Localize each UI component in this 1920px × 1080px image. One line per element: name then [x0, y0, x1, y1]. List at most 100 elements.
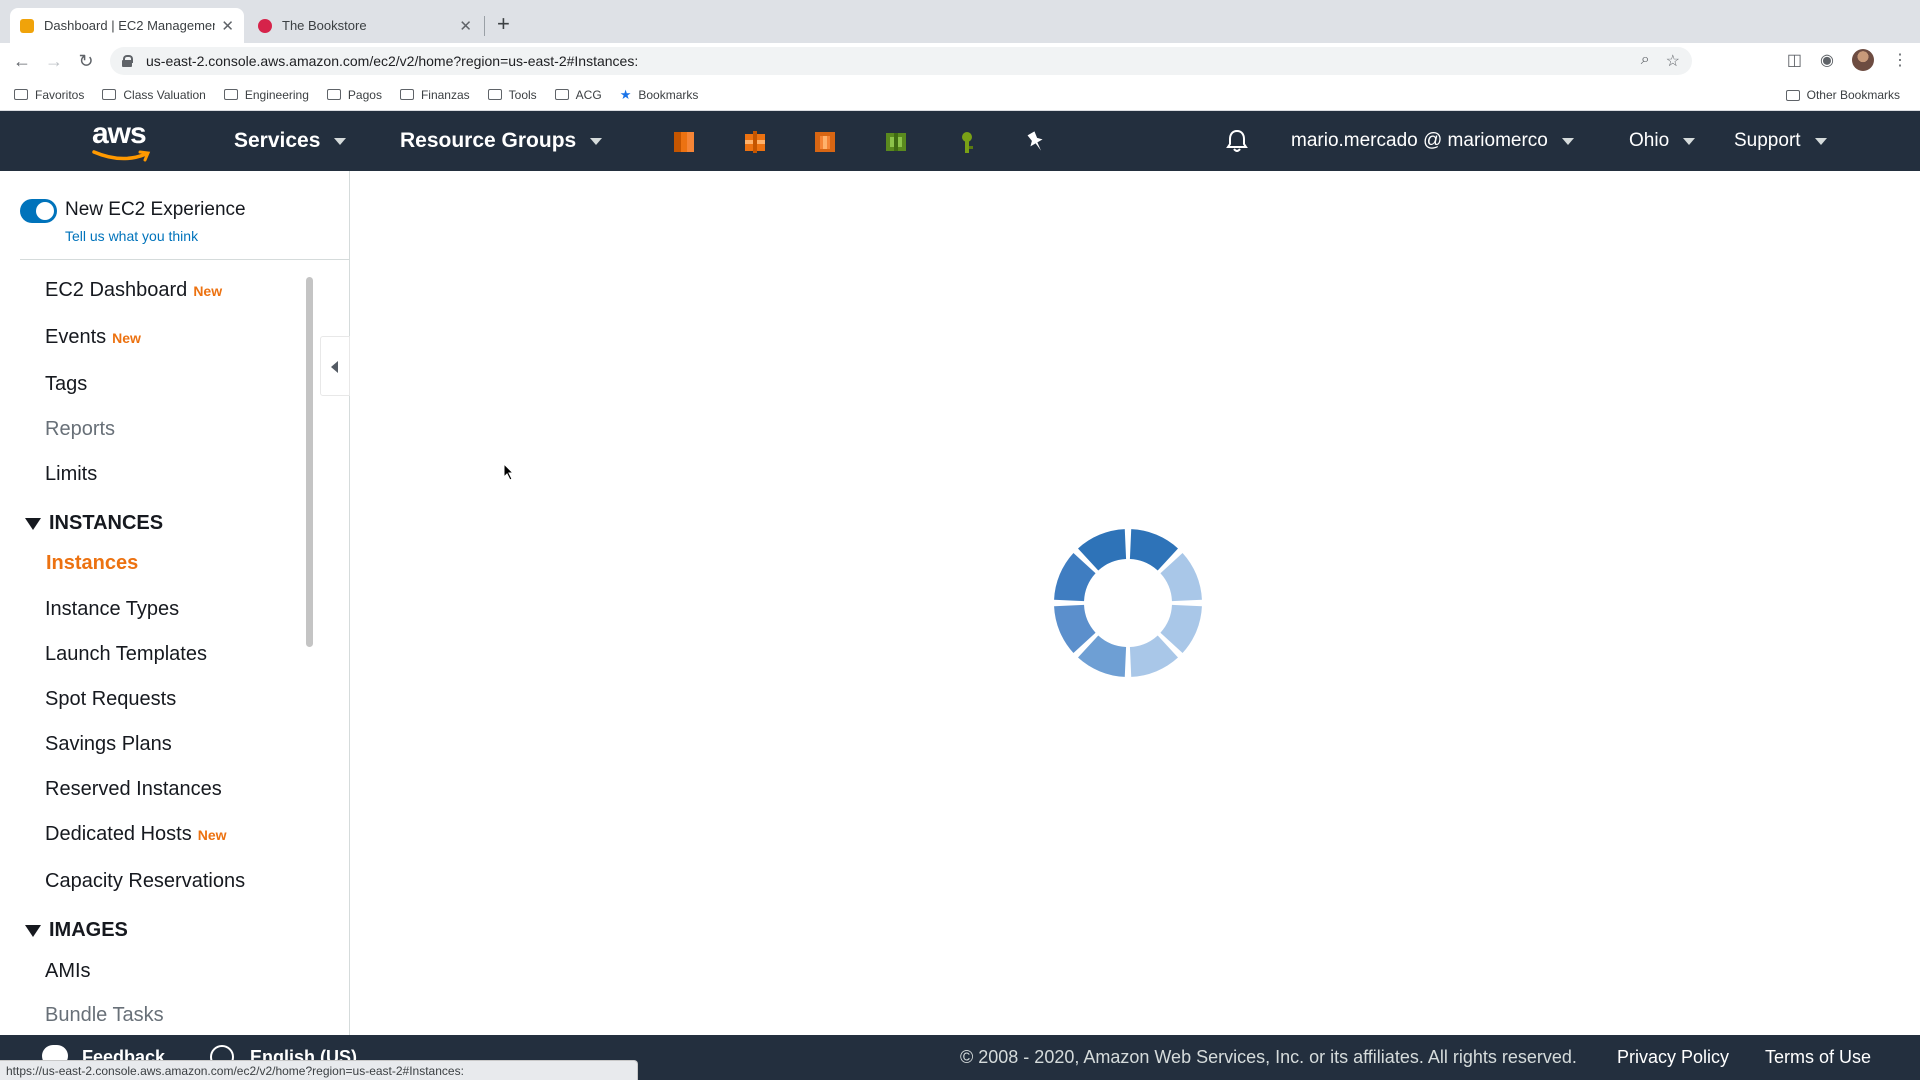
zoom-icon[interactable]: ⌕: [1641, 51, 1650, 71]
sidebar-item-tags[interactable]: Tags: [45, 373, 87, 396]
resource-groups-label: Resource Groups: [400, 129, 577, 152]
account-menu[interactable]: mario.mercado @ mariomerco: [1291, 111, 1574, 171]
sidebar-item-capacity-reservations[interactable]: Capacity Reservations: [45, 870, 245, 893]
sidebar-item-launch-templates[interactable]: Launch Templates: [45, 643, 207, 666]
bookmark-folder[interactable]: Favoritos: [14, 88, 84, 102]
support-menu[interactable]: Support: [1734, 111, 1827, 171]
chevron-down-icon: [1814, 137, 1827, 145]
sidebar-item-savings-plans[interactable]: Savings Plans: [45, 733, 172, 756]
sidebar-item-events[interactable]: Events New: [45, 326, 141, 349]
s3-icon[interactable]: [742, 129, 768, 155]
bookmark-folder[interactable]: ACG: [554, 88, 602, 102]
region-menu[interactable]: Ohio: [1629, 111, 1696, 171]
folder-icon: [223, 89, 238, 100]
resource-groups-menu[interactable]: Resource Groups: [400, 111, 603, 171]
bookmark-label: Class Valuation: [123, 87, 206, 102]
bookstore-favicon-icon: [258, 18, 272, 33]
caret-down-icon: [25, 517, 41, 530]
sidebar-item-spot-requests[interactable]: Spot Requests: [45, 688, 176, 711]
chevron-down-icon: [334, 137, 347, 145]
ec2-sidebar-nav: New EC2 Experience Tell us what you thin…: [0, 171, 350, 1035]
lambda-icon[interactable]: [812, 129, 838, 155]
rds-icon[interactable]: [883, 129, 909, 155]
sidebar-item-dedicated-hosts[interactable]: Dedicated Hosts New: [45, 823, 227, 846]
browser-tab-bookstore[interactable]: The Bookstore ✕: [248, 8, 482, 43]
folder-icon: [1785, 89, 1800, 101]
aws-console-header: aws Services Resource Groups mario.merca…: [0, 111, 1920, 171]
aws-logo-text: aws: [92, 117, 147, 150]
bookmark-folder[interactable]: Finanzas: [399, 88, 470, 102]
bookmark-label: Tools: [508, 87, 537, 102]
bookmark-folder[interactable]: Class Valuation: [102, 88, 206, 102]
address-bar[interactable]: us-east-2.console.aws.amazon.com/ec2/v2/…: [110, 47, 1692, 75]
bookmark-label: Other Bookmarks: [1806, 88, 1900, 102]
url-text: us-east-2.console.aws.amazon.com/ec2/v2/…: [146, 53, 639, 69]
terms-of-use-link[interactable]: Terms of Use: [1765, 1047, 1871, 1068]
folder-icon: [326, 89, 341, 100]
section-instances[interactable]: INSTANCES: [25, 512, 163, 535]
chevron-down-icon: [1683, 137, 1696, 145]
close-tab-icon[interactable]: ✕: [459, 17, 472, 35]
browser-menu-icon[interactable]: ⋮: [1892, 50, 1908, 70]
profile-avatar[interactable]: [1852, 49, 1874, 71]
section-title: IMAGES: [49, 919, 128, 941]
bookmark-label: Favoritos: [35, 87, 85, 102]
aws-smile-icon: [92, 150, 151, 162]
new-badge: New: [112, 330, 141, 346]
mouse-cursor-icon: [503, 463, 515, 481]
bookmark-folder[interactable]: Pagos: [326, 87, 382, 102]
sidebar-item-amis[interactable]: AMIs: [45, 960, 91, 983]
new-badge: New: [193, 283, 223, 299]
lock-icon: [122, 55, 133, 67]
bookmark-folder[interactable]: Tools: [487, 87, 537, 102]
divider: [20, 259, 350, 260]
sidebar-item-reports[interactable]: Reports: [45, 418, 115, 441]
bookmarks-bar: Favoritos Class Valuation Engineering Pa…: [0, 79, 1920, 111]
region-label: Ohio: [1629, 130, 1670, 151]
other-bookmarks[interactable]: Other Bookmarks: [1785, 79, 1900, 111]
privacy-policy-link[interactable]: Privacy Policy: [1617, 1047, 1729, 1068]
sidebar-item-instance-types[interactable]: Instance Types: [45, 598, 179, 621]
reload-icon[interactable]: ↻: [70, 51, 102, 72]
sidebar-item-label: Events: [45, 326, 107, 348]
toggle-knob: [36, 202, 54, 220]
services-label: Services: [234, 129, 321, 152]
bookmark-label: Engineering: [244, 87, 309, 102]
browser-tab-ec2[interactable]: Dashboard | EC2 Management ✕: [10, 8, 244, 43]
sidebar-item-reserved-instances[interactable]: Reserved Instances: [45, 778, 222, 801]
pocket-extension-icon[interactable]: ◫: [1787, 50, 1802, 70]
star-icon: ★: [619, 86, 632, 102]
tab-separator: [484, 16, 485, 36]
back-arrow-icon[interactable]: ←: [6, 51, 38, 72]
ec2-icon[interactable]: [671, 129, 697, 155]
sidebar-scrollbar[interactable]: [306, 277, 313, 647]
new-ec2-experience-toggle[interactable]: [20, 199, 57, 223]
sidebar-item-label: EC2 Dashboard: [45, 279, 188, 301]
folder-icon: [487, 89, 502, 100]
bookmark-star-icon[interactable]: ☆: [1666, 51, 1680, 71]
forward-arrow-icon[interactable]: →: [38, 51, 70, 72]
bookmark-item[interactable]: ★ Bookmarks: [620, 87, 699, 103]
extension-icon[interactable]: ◉: [1820, 50, 1834, 70]
pin-icon[interactable]: [1023, 129, 1049, 155]
support-label: Support: [1734, 130, 1801, 151]
section-images[interactable]: IMAGES: [25, 919, 128, 942]
new-tab-icon[interactable]: +: [497, 11, 510, 37]
sidebar-item-limits[interactable]: Limits: [45, 463, 97, 486]
sidebar-item-bundle-tasks[interactable]: Bundle Tasks: [45, 1004, 164, 1027]
bell-icon[interactable]: [1226, 129, 1248, 153]
sidebar-item-instances[interactable]: Instances: [46, 552, 138, 575]
close-tab-icon[interactable]: ✕: [221, 17, 234, 35]
bookmark-label: Pagos: [347, 87, 382, 102]
aws-logo[interactable]: aws: [92, 119, 154, 163]
feedback-link[interactable]: Tell us what you think: [65, 228, 198, 244]
browser-tab-strip: Dashboard | EC2 Management ✕ The Booksto…: [0, 0, 1920, 43]
tab-title: The Bookstore: [282, 18, 367, 33]
bookmark-folder[interactable]: Engineering: [223, 87, 309, 102]
sidebar-item-ec2-dashboard[interactable]: EC2 Dashboard New: [45, 279, 222, 302]
services-menu[interactable]: Services: [234, 111, 347, 171]
new-badge: New: [197, 827, 227, 843]
iam-key-icon[interactable]: [954, 129, 980, 155]
sidebar-item-label: Dedicated Hosts: [45, 823, 192, 845]
collapse-sidebar-button[interactable]: [320, 336, 350, 396]
